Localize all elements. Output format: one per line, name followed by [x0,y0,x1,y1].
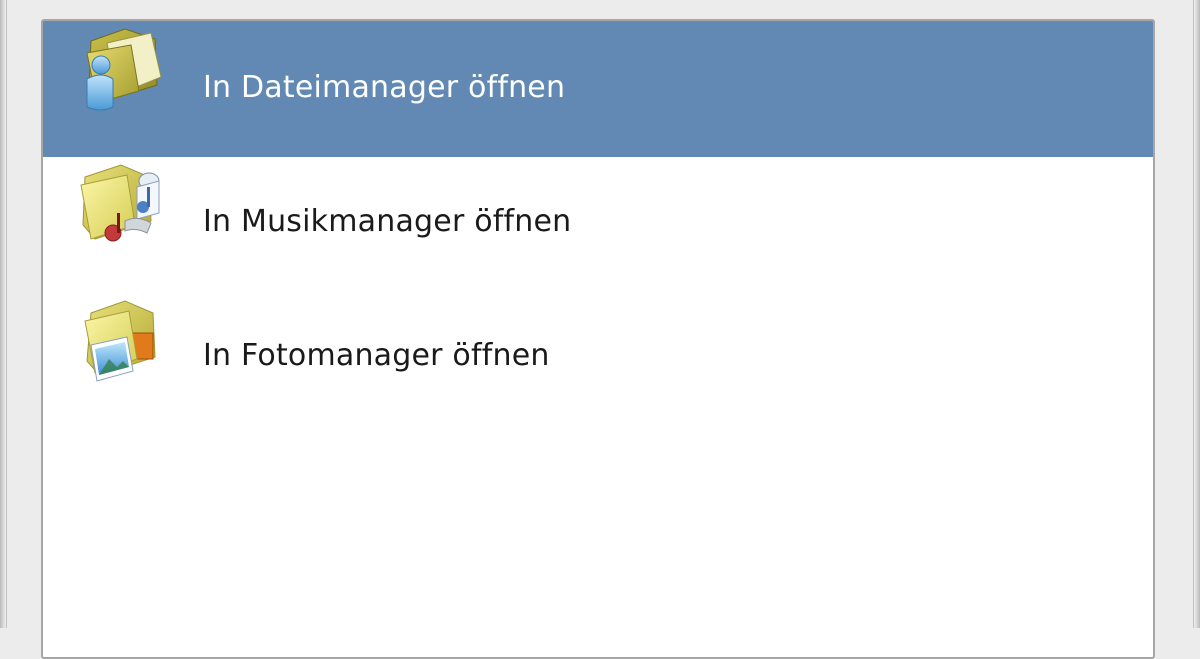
music-folder-icon [80,164,160,242]
window-left-border [0,0,7,628]
list-item-label: In Musikmanager öffnen [203,204,572,239]
list-item-photo-manager[interactable]: In Fotomanager öffnen [43,291,1153,425]
list-item-file-manager[interactable]: In Dateimanager öffnen [43,21,1153,157]
open-with-list[interactable]: In Dateimanager öffnen In Musikmanager ö… [41,19,1155,659]
list-item-label: In Fotomanager öffnen [203,338,550,373]
file-manager-folder-icon [86,28,162,111]
window-right-border [1193,0,1200,628]
list-item-music-manager[interactable]: In Musikmanager öffnen [43,157,1153,291]
list-item-label: In Dateimanager öffnen [203,70,566,105]
photo-folder-icon [84,300,156,382]
